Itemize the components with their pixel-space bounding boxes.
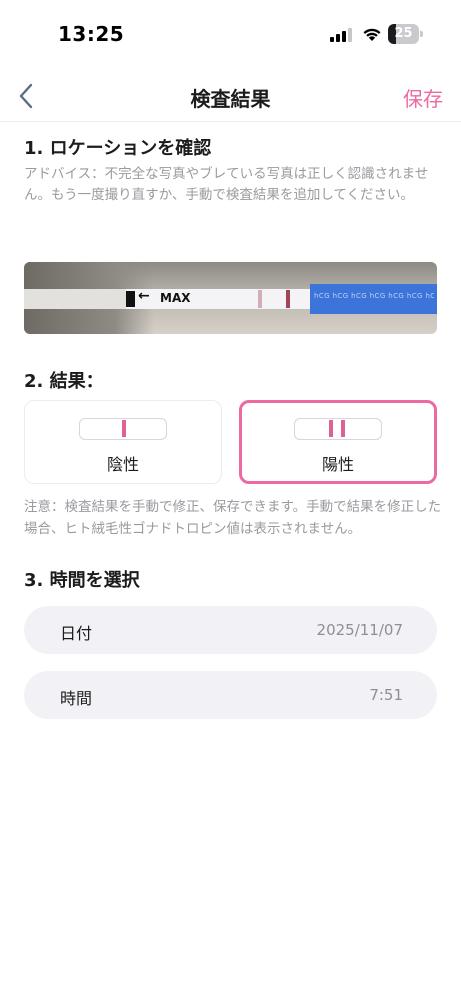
note-text: 注意：検査結果を手動で修正、保存できます。手動で結果を修正した場合、ヒト絨毛性ゴ… [24,499,442,537]
advice-text: アドバイス：不完全な写真やブレている写真は正しく認識されません。もう一度撮り直す… [24,166,429,203]
negative-option[interactable]: 陰性 [24,400,222,484]
signal-icon [330,28,352,42]
negative-label: 陰性 [106,455,139,474]
photo-marker-label: MAX [160,291,191,305]
result-heading: 2. 結果： [24,371,104,392]
time-value: 7:51 [369,686,403,704]
date-label: 日付 [60,624,93,643]
one-line-strip-icon [79,418,167,440]
date-picker-row[interactable]: 日付 2025/11/07 [24,606,437,654]
test-strip-photo[interactable]: ← MAX hCG hCG hCG hCG hCG hCG hCG [24,262,437,334]
arrow-left-icon: ← [138,288,150,304]
save-button[interactable]: 保存 [403,83,443,112]
battery-level: 25 [394,26,413,41]
test-line [286,290,290,308]
status-time: 13:25 [58,22,125,46]
wifi-icon [363,28,381,41]
positive-label: 陽性 [321,455,354,474]
positive-option[interactable]: 陽性 [239,400,437,484]
location-heading: 1. ロケーションを確認 [24,138,212,159]
date-value: 2025/11/07 [316,621,403,639]
status-bar: 13:25 25 [0,0,461,70]
battery-icon: 25 [388,24,424,44]
control-line [258,290,262,308]
time-label: 時間 [60,689,93,708]
two-line-strip-icon [294,418,382,440]
page-title: 検査結果 [190,87,271,111]
time-picker-row[interactable]: 時間 7:51 [24,671,437,719]
nav-bar: 検査結果 保存 [0,70,461,122]
time-heading: 3. 時間を選択 [24,570,140,591]
